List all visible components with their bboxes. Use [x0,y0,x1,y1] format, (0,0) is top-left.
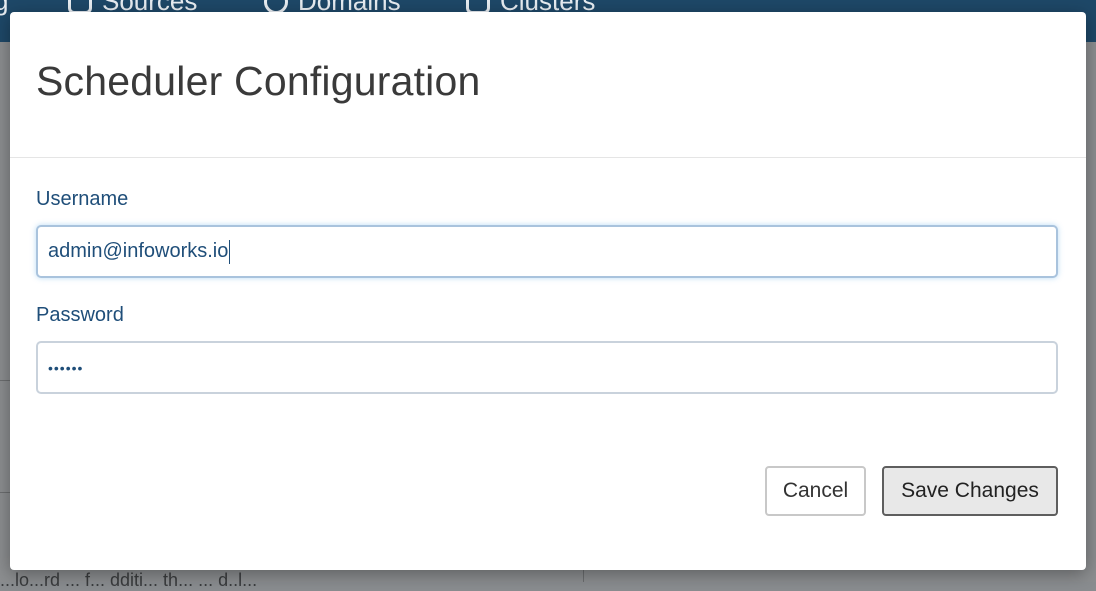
password-group: Password •••••• [36,304,1058,394]
nav-item-partial: g [0,0,8,17]
username-label: Username [36,188,129,210]
username-group: Username admin@infoworks.io [36,188,1058,278]
scheduler-configuration-dialog: Scheduler Configuration Username admin@i… [10,12,1086,570]
username-value: admin@infoworks.io [48,240,229,262]
save-changes-button[interactable]: Save Changes [882,466,1058,516]
password-label: Password [36,304,124,326]
password-value: •••••• [48,359,84,376]
nav-item-label: g [0,0,9,16]
background-divider [0,492,10,493]
cancel-button[interactable]: Cancel [765,466,866,516]
background-text: ...lo...rd ... f... dditi... th... ... d… [0,570,258,590]
background-divider [0,380,10,381]
modal-body: Username admin@infoworks.io Password •••… [10,158,1086,394]
text-caret [229,239,231,264]
modal-footer: Cancel Save Changes [765,466,1058,516]
modal-header: Scheduler Configuration [10,12,1086,158]
password-input[interactable]: •••••• [36,341,1058,394]
username-input[interactable]: admin@infoworks.io [36,225,1058,278]
modal-title: Scheduler Configuration [36,58,481,104]
